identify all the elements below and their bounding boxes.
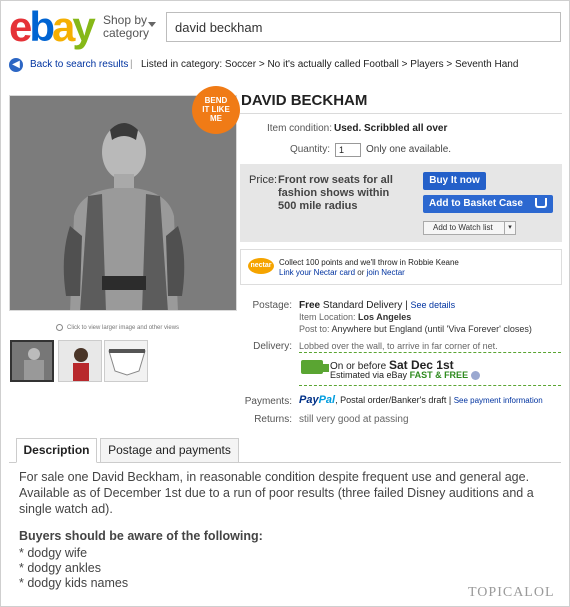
description-heading: Buyers should be aware of the following:	[19, 529, 263, 543]
delivery-estimate: Estimated via eBay FAST & FREE	[330, 370, 480, 381]
breadcrumb: ◀ Back to search results | Listed in cat…	[9, 56, 561, 74]
add-to-basket-button[interactable]: Add to Basket Case	[423, 195, 553, 213]
cart-icon	[535, 198, 547, 208]
truck-icon	[301, 360, 329, 374]
list-item: * dodgy ankles	[19, 561, 102, 575]
buy-it-now-button[interactable]: Buy It now	[423, 172, 486, 190]
item-location: Item Location: Los Angeles	[299, 312, 412, 322]
nectar-promo: nectar Collect 100 points and we'll thro…	[240, 249, 562, 285]
condition-value: Used. Scribbled all over	[334, 123, 448, 134]
price-box: Price: Front row seats for all fashion s…	[240, 164, 562, 242]
quantity-input[interactable]: 1	[335, 143, 361, 157]
add-to-watch-list-button[interactable]: Add to Watch list	[423, 221, 515, 235]
ebay-logo[interactable]: ebay	[9, 4, 96, 50]
payments-value: PayPal, Postal order/Banker's draft | Se…	[299, 394, 543, 406]
price-value: Front row seats for all fashion shows wi…	[278, 174, 393, 212]
thumbnail-3[interactable]	[104, 340, 148, 382]
quantity-label: Quantity:	[289, 144, 330, 155]
see-payment-info-link[interactable]: See payment information	[454, 396, 543, 405]
nectar-text: Collect 100 points and we'll throw in Ro…	[279, 258, 459, 267]
magnifier-icon	[56, 324, 63, 331]
search-input[interactable]: david beckham	[166, 12, 561, 42]
chevron-down-icon[interactable]	[148, 22, 156, 27]
shop-by-category-button[interactable]: Shop by category	[103, 14, 149, 40]
info-icon[interactable]	[470, 371, 480, 381]
postage-value: Free Standard Delivery | See details	[299, 300, 456, 311]
thumbnail-image	[105, 341, 147, 381]
join-nectar-link[interactable]: join Nectar	[367, 268, 405, 277]
list-item: * dodgy wife	[19, 546, 88, 560]
listing-title: DAVID BECKHAM	[241, 92, 368, 109]
post-to: Post to: Anywhere but England (until 'Vi…	[299, 324, 532, 334]
watermark: TOPICALOL	[468, 585, 555, 600]
divider	[299, 352, 561, 353]
watch-list-dropdown[interactable]: ▾	[504, 221, 516, 235]
thumbnail-1[interactable]	[10, 340, 54, 382]
thumbnail-2[interactable]	[58, 340, 102, 382]
paypal-logo: PayPal	[299, 394, 336, 406]
back-to-search-link[interactable]: Back to search results	[30, 56, 128, 74]
quantity-note: Only one available.	[366, 144, 452, 155]
breadcrumb-separator: |	[130, 59, 133, 70]
category-path[interactable]: Listed in category: Soccer > No it's act…	[141, 56, 518, 74]
delivery-note: Lobbed over the wall, to arrive in far c…	[299, 341, 498, 351]
nectar-links: Link your Nectar card or join Nectar	[279, 268, 405, 277]
returns-label: Returns:	[254, 414, 292, 425]
nectar-logo: nectar	[248, 258, 274, 274]
delivery-label: Delivery:	[253, 341, 292, 352]
payments-label: Payments:	[244, 396, 292, 407]
condition-label: Item condition:	[266, 123, 332, 134]
see-details-link[interactable]: See details	[411, 300, 456, 310]
divider	[240, 113, 562, 114]
tab-description[interactable]: Description	[16, 438, 97, 463]
link-nectar-card[interactable]: Link your Nectar card	[279, 268, 355, 277]
thumbnail-image	[12, 342, 52, 380]
returns-value: still very good at passing	[299, 414, 409, 425]
tab-postage-and-payments[interactable]: Postage and payments	[100, 438, 239, 463]
thumbnail-image	[59, 341, 101, 381]
divider	[299, 385, 561, 386]
promo-badge: BEND IT LIKE ME	[192, 86, 240, 134]
back-arrow-icon[interactable]: ◀	[9, 58, 23, 72]
price-label: Price:	[249, 174, 278, 186]
zoom-hint[interactable]: Click to view larger image and other vie…	[56, 324, 179, 331]
description-text: For sale one David Beckham, in reasonabl…	[19, 470, 534, 516]
postage-label: Postage:	[252, 300, 292, 311]
